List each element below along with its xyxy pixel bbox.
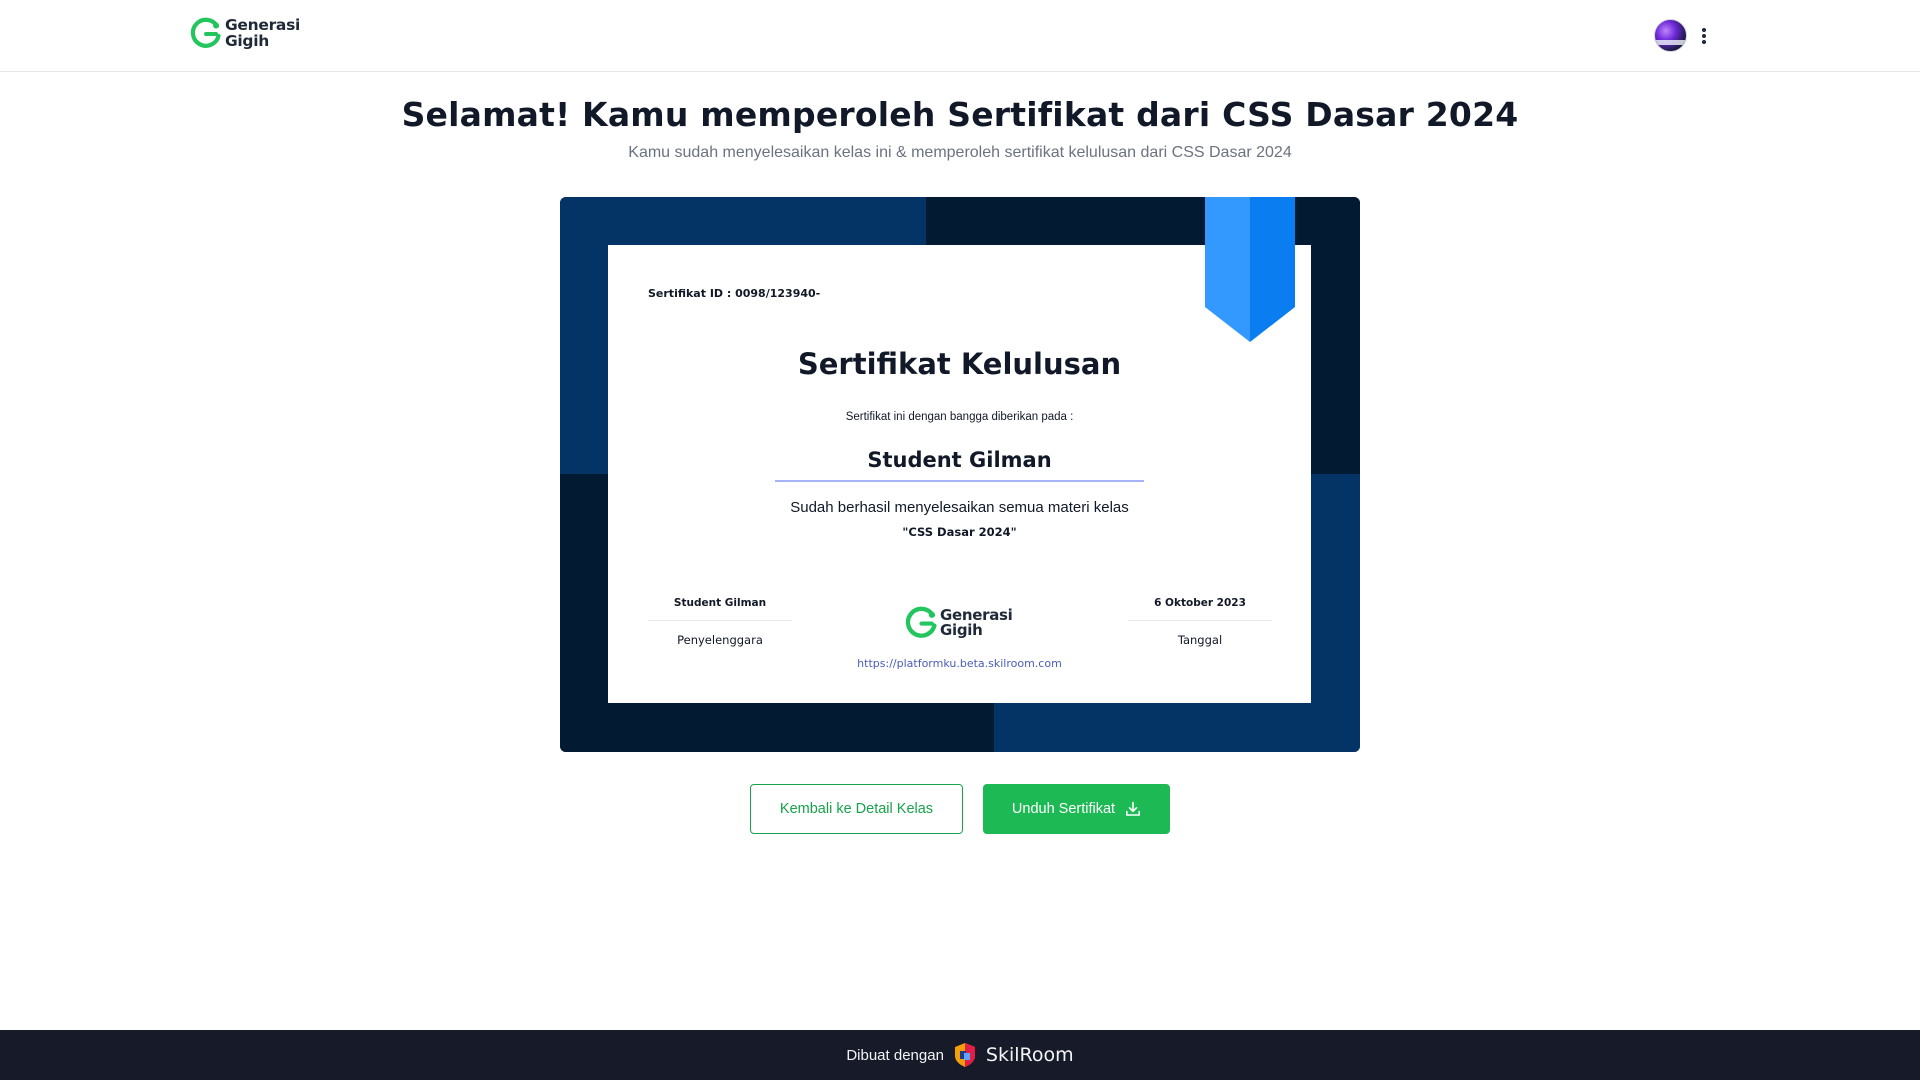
organizer-name: Student Gilman [673, 597, 767, 609]
date-label: Tanggal [1177, 633, 1223, 647]
generasi-gigih-logo-icon [905, 606, 937, 638]
certificate-title: Sertifikat Kelulusan [797, 347, 1122, 381]
top-navbar: Generasi Gigih [0, 0, 1920, 72]
back-to-class-button[interactable]: Kembali ke Detail Kelas [750, 784, 963, 834]
kebab-menu-icon[interactable] [1701, 26, 1707, 46]
page-title: Selamat! Kamu memperoleh Sertifikat dari… [401, 95, 1519, 134]
generasi-gigih-logo-icon [190, 17, 221, 48]
back-to-class-label: Kembali ke Detail Kelas [779, 801, 934, 817]
footer: Dibuat dengan SkilRoom [0, 1030, 1920, 1080]
certificate-id: Sertifikat ID : 0098/123940- [648, 287, 821, 300]
certificate-logo: Generasi Gigih [905, 606, 1013, 639]
page-subtitle: Kamu sudah menyelesaikan kelas ini & mem… [628, 144, 1292, 161]
ribbon-icon [1205, 197, 1295, 342]
certificate-given-to: Sertifikat ini dengan bangga diberikan p… [845, 411, 1074, 423]
skilroom-logo-icon [954, 1043, 975, 1067]
certificate-completed-text: Sudah berhasil menyelesaikan semua mater… [790, 499, 1129, 516]
certificate-recipient: Student Gilman [775, 448, 1144, 482]
certificate-url: https://platformku.beta.skilroom.com [857, 657, 1062, 670]
organizer-label: Penyelenggara [677, 633, 763, 647]
logo-text-line2: Gigih [225, 32, 269, 50]
logo-text: Generasi Gigih [225, 17, 300, 49]
logo-text-line1: Generasi [225, 16, 301, 34]
certificate-frame: Sertifikat ID : 0098/123940- Sertifikat … [560, 197, 1360, 752]
footer-label: Dibuat dengan [846, 1046, 944, 1064]
generasi-gigih-logo[interactable]: Generasi Gigih [190, 17, 300, 49]
download-icon [1126, 801, 1141, 816]
download-certificate-label: Unduh Sertifikat [1011, 801, 1116, 817]
certificate-logo-line2: Gigih [940, 620, 983, 639]
date-line [1128, 620, 1272, 621]
date-block: 6 Oktober 2023 Tanggal [1128, 597, 1272, 647]
signature-line [648, 620, 792, 621]
user-avatar[interactable] [1654, 19, 1687, 52]
organizer-signature: Student Gilman Penyelenggara [648, 597, 792, 647]
header-actions [1654, 19, 1707, 52]
certificate-course: "CSS Dasar 2024" [902, 525, 1017, 539]
download-certificate-button[interactable]: Unduh Sertifikat [983, 784, 1170, 834]
certificate-logo-text: Generasi Gigih [940, 607, 1013, 639]
certificate-date: 6 Oktober 2023 [1154, 597, 1246, 609]
footer-brand: SkilRoom [985, 1044, 1074, 1066]
